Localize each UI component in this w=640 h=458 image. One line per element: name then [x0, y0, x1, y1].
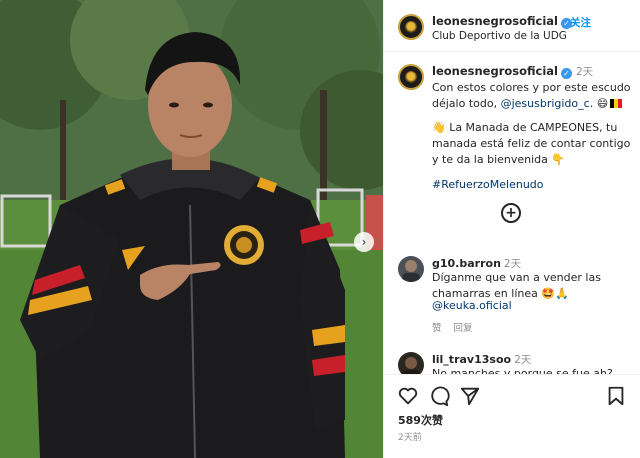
- caption-time: 2天: [576, 66, 594, 78]
- plus-circle-icon: +: [505, 205, 517, 221]
- caption-mention[interactable]: @jesusbrigido_c: [501, 97, 590, 110]
- comment-reply-button[interactable]: 回复: [454, 323, 473, 334]
- comment-time: 2天: [503, 258, 522, 270]
- comment-bubble-icon[interactable]: [428, 385, 450, 407]
- comment-username-row: lil_trav13soo 2天: [432, 352, 531, 367]
- caption-hashtag[interactable]: #RefuerzoMelenudo: [432, 178, 544, 191]
- follow-button[interactable]: 关注: [570, 15, 591, 30]
- verified-badge-icon: ✓: [561, 68, 572, 79]
- comment-mention[interactable]: @keuka.oficial: [432, 298, 632, 314]
- comment-like-button[interactable]: 赞: [432, 323, 442, 334]
- commenter-avatar[interactable]: [398, 256, 424, 282]
- header-username-text[interactable]: leonesnegrosoficial: [432, 14, 558, 28]
- header-subtitle: Club Deportivo de la UDG: [432, 30, 567, 42]
- caption-text-1: Con estos colores y por este escudo déja…: [432, 80, 634, 112]
- comment-actions: 赞 回复: [432, 320, 485, 334]
- bookmark-icon[interactable]: [605, 385, 627, 407]
- comment-username[interactable]: g10.barron: [432, 257, 501, 270]
- post-photo[interactable]: ›: [0, 0, 383, 458]
- next-photo-button[interactable]: ›: [354, 232, 374, 252]
- caption-text-2: 👋 La Manada de CAMPEONES, tu manada está…: [432, 121, 631, 166]
- comment-time: 2天: [514, 354, 532, 366]
- load-more-comments-button[interactable]: +: [501, 203, 521, 223]
- post-timestamp: 2天前: [398, 433, 422, 443]
- post-actions-bar: 589次赞 2天前: [384, 374, 640, 458]
- chevron-right-icon: ›: [361, 235, 367, 249]
- paper-plane-icon[interactable]: [459, 385, 481, 407]
- club-avatar[interactable]: [398, 14, 424, 40]
- instagram-post: › leonesnegrosoficial ✓ 关注 Club Deportivo…: [0, 0, 640, 458]
- comment-username-row: g10.barron 2天: [432, 256, 521, 271]
- header-username[interactable]: leonesnegrosoficial ✓: [432, 14, 572, 29]
- heart-icon[interactable]: [397, 385, 419, 407]
- belgium-flag-icon: [610, 99, 623, 108]
- caption-text-after: . 😄: [589, 97, 609, 110]
- likes-count[interactable]: 589次赞: [398, 412, 443, 428]
- caption-avatar[interactable]: [398, 64, 424, 90]
- comment-username[interactable]: lil_trav13soo: [432, 353, 511, 366]
- post-header: leonesnegrosoficial ✓ 关注 Club Deportivo d…: [384, 0, 640, 52]
- player-photo-illustration: [0, 0, 383, 458]
- post-side-panel: leonesnegrosoficial ✓ 关注 Club Deportivo d…: [383, 0, 640, 458]
- caption-username[interactable]: leonesnegrosoficial: [432, 64, 558, 78]
- caption-username-row: leonesnegrosoficial ✓ 2天: [432, 64, 593, 79]
